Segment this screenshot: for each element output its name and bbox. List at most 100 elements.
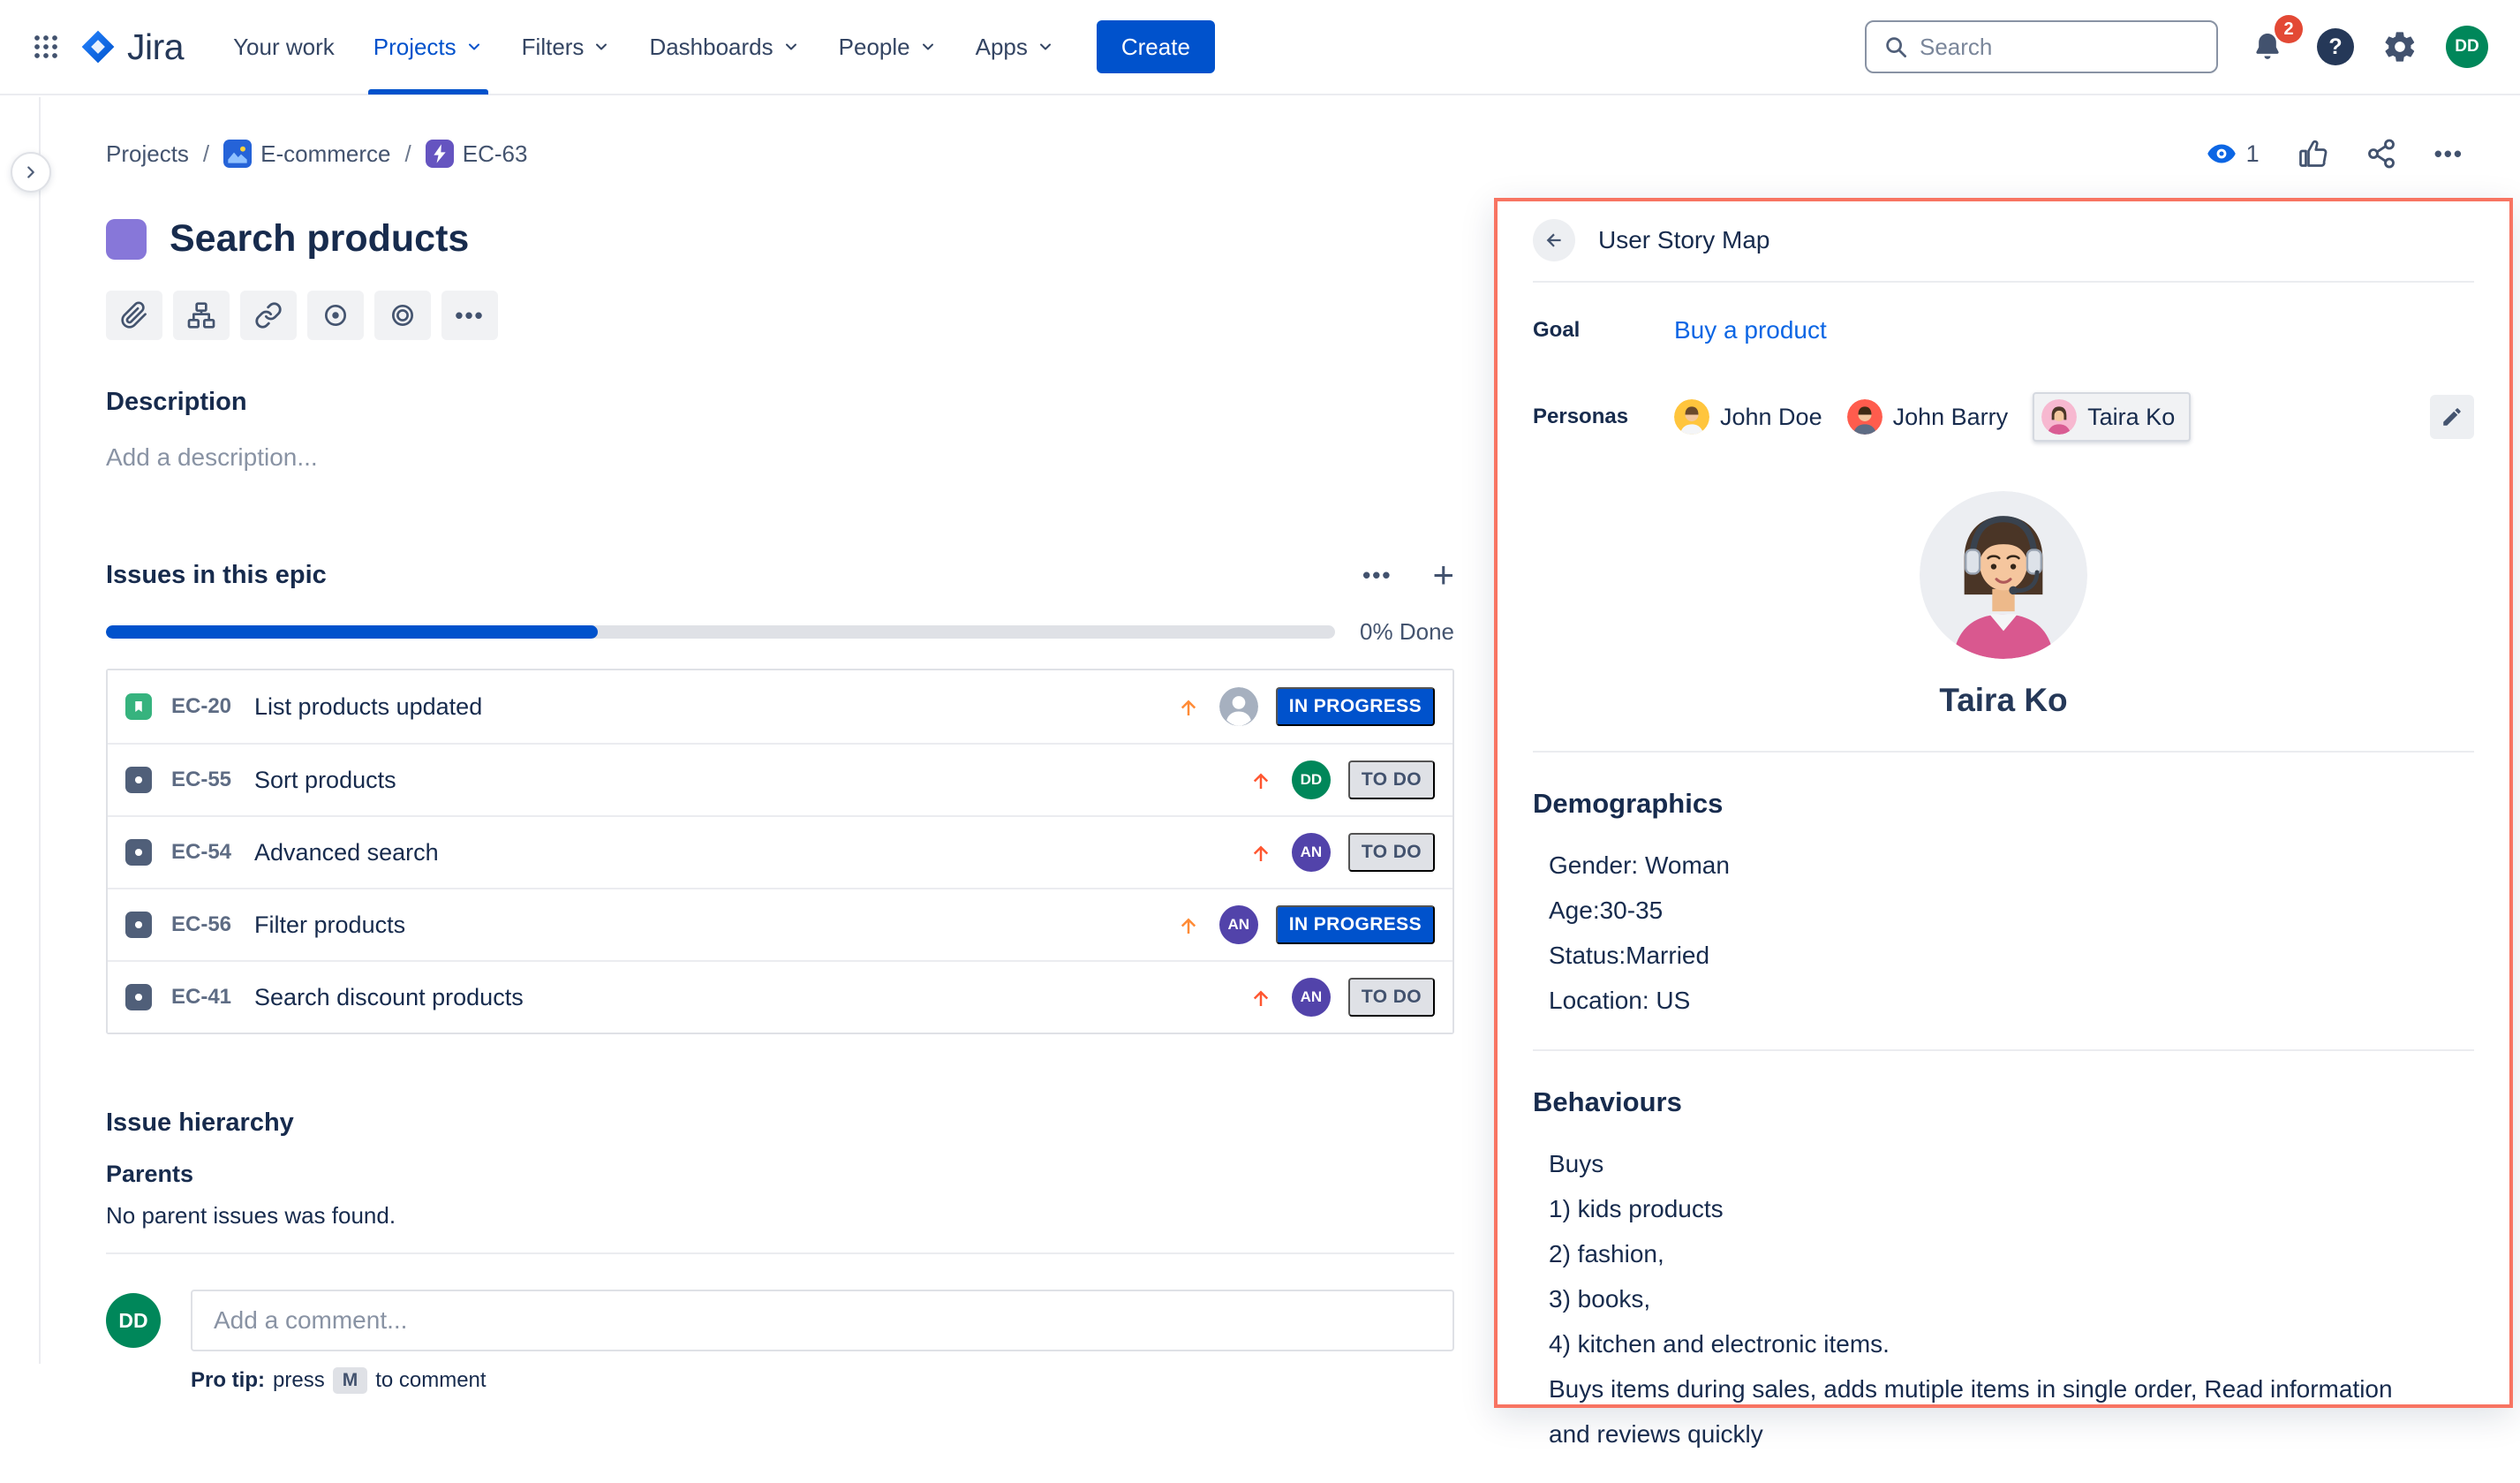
issue-row-meta: IN PROGRESS [1175,687,1435,726]
project-avatar-icon [223,140,252,168]
assignee-avatar[interactable]: DD [1292,760,1331,799]
persona-john-barry[interactable]: John Barry [1847,399,2009,435]
paperclip-icon [120,301,148,329]
more-quick-actions-button[interactable]: ••• [441,291,498,340]
comment-input-box[interactable] [191,1290,1454,1351]
nav-your-work[interactable]: Your work [214,0,354,95]
edit-personas-button[interactable] [2430,395,2474,439]
priority-up-icon [1248,767,1274,793]
add-issue-button[interactable]: + [1432,556,1454,594]
behaviours-line: and reviews quickly [1549,1411,2474,1457]
chevron-down-icon [465,38,483,56]
notifications-button[interactable]: 2 [2246,26,2289,68]
share-icon [2365,138,2397,170]
create-button[interactable]: Create [1097,20,1215,73]
panel-back-button[interactable] [1533,219,1575,261]
personas-list: John Doe John Barry [1674,392,2430,442]
concentric-circle-icon [389,301,417,329]
breadcrumb-issue-link[interactable]: EC-63 [463,140,528,168]
nav-dashboards-label: Dashboards [649,34,773,61]
jira-logo-icon [79,28,117,65]
persona-name: John Barry [1893,404,2009,431]
persona-name: John Doe [1720,404,1822,431]
breadcrumb-project-link[interactable]: E-commerce [260,140,390,168]
parents-heading: Parents [106,1161,1454,1188]
priority-up-icon [1248,839,1274,866]
settings-button[interactable] [2382,29,2418,64]
persona-avatar [2041,399,2077,435]
top-navigation: Jira Your work Projects Filters Dashboar… [0,0,2520,95]
issue-header-actions: 1 ••• [2206,138,2463,170]
assignee-avatar[interactable]: AN [1219,905,1258,944]
add-child-issue-button[interactable] [173,291,230,340]
issue-row[interactable]: EC-54 Advanced search AN TO DO [108,815,1452,888]
nav-filters[interactable]: Filters [502,0,630,95]
ellipsis-icon: ••• [455,304,484,327]
status-badge[interactable]: IN PROGRESS [1276,905,1435,944]
epic-type-icon [426,140,454,168]
epic-issue-list: EC-20 List products updated [106,669,1454,1034]
persona-avatar [1674,399,1709,435]
pencil-icon [2441,405,2463,428]
comment-pro-tip: Pro tip: press M to comment [191,1367,1454,1394]
status-badge[interactable]: TO DO [1348,978,1435,1017]
status-badge[interactable]: TO DO [1348,833,1435,872]
breadcrumb-projects-link[interactable]: Projects [106,140,189,168]
issue-row[interactable]: EC-55 Sort products DD TO DO [108,743,1452,815]
issue-summary-link[interactable]: List products updated [254,693,1161,721]
watch-eye-icon [2206,138,2237,170]
nav-projects[interactable]: Projects [354,0,502,95]
search-box[interactable] [1865,20,2218,73]
issue-title-row: Search products [106,217,1454,261]
thumbs-up-icon [2297,138,2328,170]
epic-issues-heading: Issues in this epic [106,561,327,590]
jira-logo[interactable]: Jira [79,26,184,68]
nav-people[interactable]: People [819,0,956,95]
assignee-avatar[interactable]: AN [1292,978,1331,1017]
link-issue-button[interactable] [240,291,297,340]
issue-row[interactable]: EC-20 List products updated [108,670,1452,743]
pro-tip-press: press [273,1368,325,1393]
epic-more-button[interactable]: ••• [1362,564,1392,586]
issue-summary-link[interactable]: Advanced search [254,839,1234,866]
nav-apps[interactable]: Apps [956,0,1074,95]
comment-input[interactable] [214,1306,1431,1335]
issue-row[interactable]: EC-56 Filter products AN IN PROGRESS [108,888,1452,960]
scope-button[interactable] [374,291,431,340]
unassigned-avatar[interactable] [1219,687,1258,726]
watch-button[interactable]: 1 [2206,138,2260,170]
attach-button[interactable] [106,291,162,340]
user-avatar[interactable]: DD [2446,26,2488,68]
goal-label: Goal [1533,318,1674,343]
share-button[interactable] [2365,138,2397,170]
description-placeholder[interactable]: Add a description... [106,443,1454,472]
persona-taira-ko-selected[interactable]: Taira Ko [2033,392,2191,442]
like-button[interactable] [2297,138,2328,170]
assignee-avatar[interactable]: AN [1292,833,1331,872]
issue-summary-link[interactable]: Search discount products [254,984,1234,1011]
epic-color-swatch [106,219,147,260]
search-input[interactable] [1920,34,2200,61]
status-badge[interactable]: TO DO [1348,760,1435,799]
task-type-icon [125,839,152,866]
app-switcher-button[interactable] [21,22,71,72]
behaviours-lines: Buys 1) kids products 2) fashion, 3) boo… [1549,1141,2474,1457]
panel-title: User Story Map [1598,226,1770,254]
goal-link[interactable]: Buy a product [1674,316,1827,344]
nav-dashboards[interactable]: Dashboards [630,0,819,95]
status-badge[interactable]: IN PROGRESS [1276,687,1435,726]
help-button[interactable]: ? [2317,28,2354,65]
issue-summary-link[interactable]: Filter products [254,912,1161,939]
issue-key: EC-20 [171,694,231,719]
target-button[interactable] [307,291,364,340]
story-type-icon [125,693,152,720]
persona-john-doe[interactable]: John Doe [1674,399,1822,435]
behaviours-line: 2) fashion, [1549,1231,2474,1276]
issue-summary-link[interactable]: Sort products [254,767,1234,794]
breadcrumb-project: E-commerce [223,140,390,168]
more-actions-button[interactable]: ••• [2434,142,2463,165]
issue-row[interactable]: EC-41 Search discount products AN TO DO [108,960,1452,1033]
issue-title: Search products [170,217,469,261]
persona-big-name: Taira Ko [1533,682,2474,719]
task-type-icon [125,984,152,1010]
